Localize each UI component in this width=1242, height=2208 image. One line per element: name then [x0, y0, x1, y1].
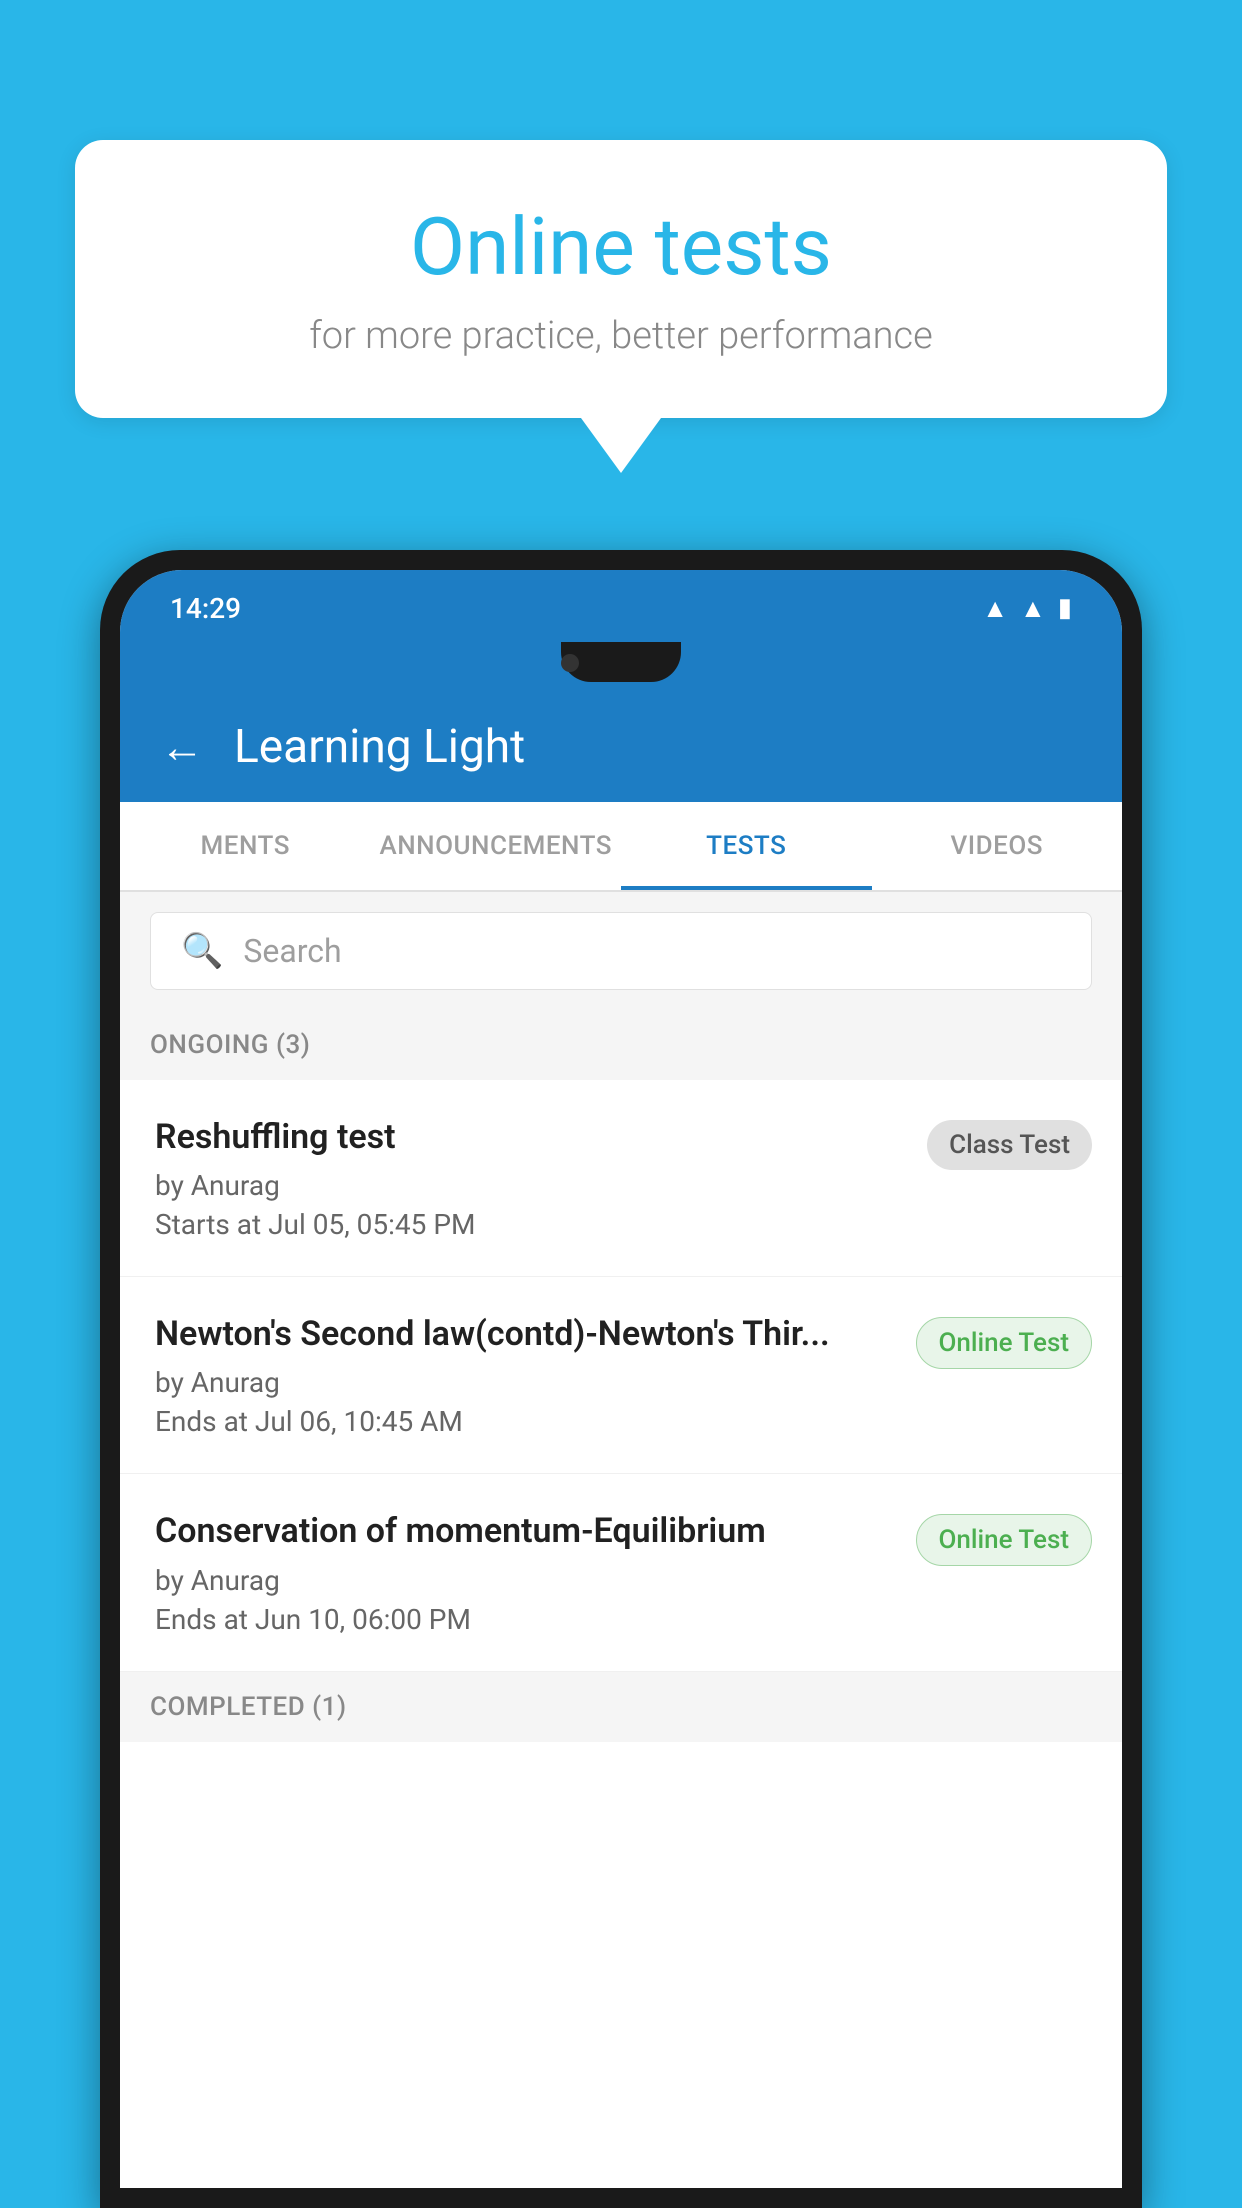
- ongoing-section-header: ONGOING (3): [120, 1010, 1122, 1080]
- status-bar: 14:29 ▲ ▲ ▮: [120, 570, 1122, 642]
- wifi-icon: ▲: [982, 593, 1008, 624]
- tab-videos[interactable]: VIDEOS: [872, 802, 1123, 890]
- notch: [561, 642, 681, 682]
- speech-bubble-container: Online tests for more practice, better p…: [75, 140, 1167, 473]
- tab-bar: MENTS ANNOUNCEMENTS TESTS VIDEOS: [120, 802, 1122, 892]
- test-time-1: Starts at Jul 05, 05:45 PM: [155, 1208, 907, 1241]
- test-name-2: Newton's Second law(contd)-Newton's Thir…: [155, 1312, 896, 1356]
- test-item-2[interactable]: Newton's Second law(contd)-Newton's Thir…: [120, 1277, 1122, 1474]
- status-icons: ▲ ▲ ▮: [982, 593, 1072, 624]
- test-list: Reshuffling test by Anurag Starts at Jul…: [120, 1080, 1122, 1672]
- test-time-2: Ends at Jul 06, 10:45 AM: [155, 1405, 896, 1438]
- notch-area: [120, 642, 1122, 692]
- search-container: 🔍 Search: [120, 892, 1122, 1010]
- test-badge-2: Online Test: [916, 1317, 1093, 1369]
- tab-announcements[interactable]: ANNOUNCEMENTS: [371, 802, 622, 890]
- search-placeholder: Search: [243, 932, 341, 970]
- test-item-3[interactable]: Conservation of momentum-Equilibrium by …: [120, 1474, 1122, 1671]
- search-icon: 🔍: [181, 931, 223, 971]
- test-author-3: by Anurag: [155, 1564, 896, 1597]
- test-author-2: by Anurag: [155, 1366, 896, 1399]
- test-name-1: Reshuffling test: [155, 1115, 907, 1159]
- test-info-3: Conservation of momentum-Equilibrium by …: [155, 1509, 916, 1635]
- camera-dot: [561, 654, 579, 672]
- tab-ments[interactable]: MENTS: [120, 802, 371, 890]
- app-title: Learning Light: [234, 720, 525, 774]
- test-info-2: Newton's Second law(contd)-Newton's Thir…: [155, 1312, 916, 1438]
- phone-inner: 14:29 ▲ ▲ ▮ ← Learning Light MENTS ANNOU…: [120, 570, 1122, 2188]
- bubble-subtitle: for more practice, better performance: [125, 314, 1117, 358]
- test-badge-1: Class Test: [927, 1120, 1092, 1170]
- signal-icon: ▲: [1020, 593, 1046, 624]
- test-time-3: Ends at Jun 10, 06:00 PM: [155, 1603, 896, 1636]
- speech-bubble: Online tests for more practice, better p…: [75, 140, 1167, 418]
- test-badge-3: Online Test: [916, 1514, 1093, 1566]
- status-time: 14:29: [170, 592, 241, 625]
- app-bar: ← Learning Light: [120, 692, 1122, 802]
- test-name-3: Conservation of momentum-Equilibrium: [155, 1509, 896, 1553]
- test-author-1: by Anurag: [155, 1169, 907, 1202]
- bubble-arrow: [581, 418, 661, 473]
- search-bar[interactable]: 🔍 Search: [150, 912, 1092, 990]
- back-button[interactable]: ←: [160, 721, 204, 773]
- completed-section-header: COMPLETED (1): [120, 1672, 1122, 1742]
- test-item[interactable]: Reshuffling test by Anurag Starts at Jul…: [120, 1080, 1122, 1277]
- battery-icon: ▮: [1058, 593, 1072, 623]
- tab-tests[interactable]: TESTS: [621, 802, 872, 890]
- bubble-title: Online tests: [125, 200, 1117, 294]
- test-info-1: Reshuffling test by Anurag Starts at Jul…: [155, 1115, 927, 1241]
- phone-frame: 14:29 ▲ ▲ ▮ ← Learning Light MENTS ANNOU…: [100, 550, 1142, 2208]
